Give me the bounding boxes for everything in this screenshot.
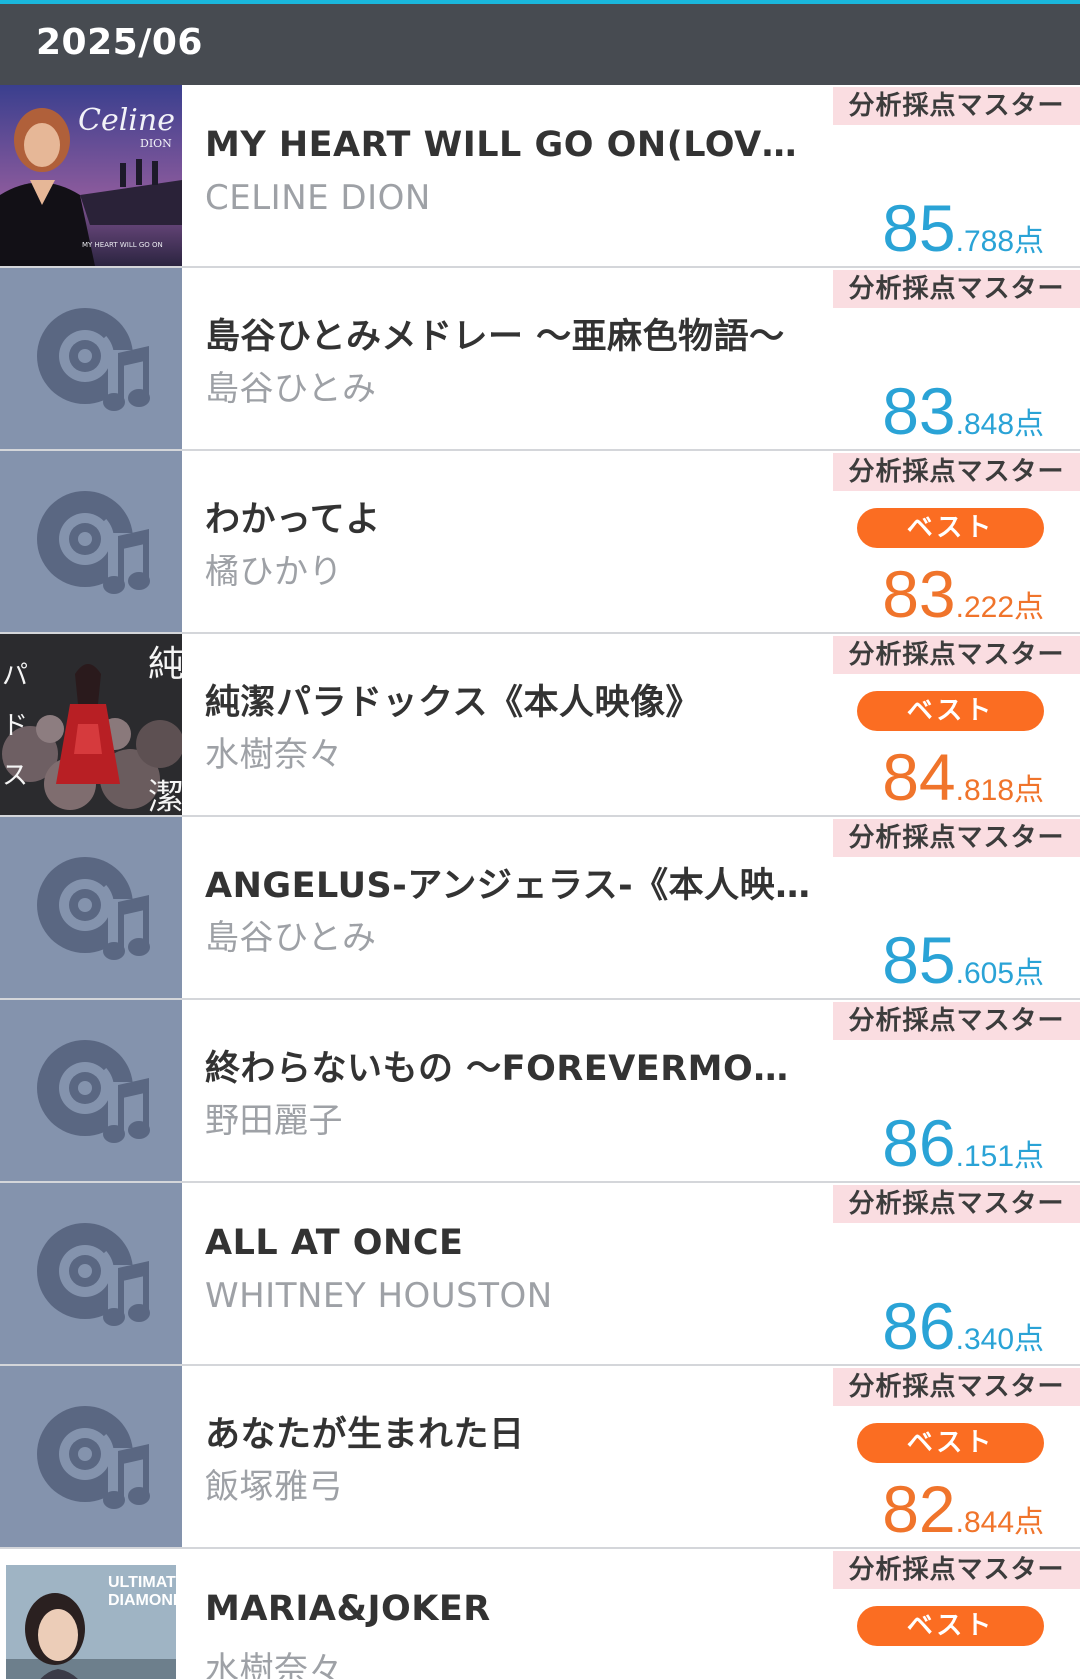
month-header: 2025/06	[0, 4, 1080, 85]
artist-name: 橘ひかり	[205, 552, 343, 592]
score-row[interactable]: ANGELUS-アンジェラス-《本人映… 島谷ひとみ 分析採点マスター 85.605点	[0, 817, 1080, 1000]
score-integer: 86	[882, 1106, 956, 1180]
score-value: 83.222点	[882, 561, 1044, 627]
score-row[interactable]: あなたが生まれた日 飯塚雅弓 分析採点マスターベスト 82.844点	[0, 1366, 1080, 1549]
score-decimal: .788点	[955, 225, 1044, 258]
song-title: 島谷ひとみメドレー ～亜麻色物語～	[205, 317, 785, 357]
scoring-mode-badge: 分析採点マスター	[833, 1368, 1080, 1406]
music-disc-icon	[0, 1000, 182, 1181]
svg-text:パ: パ	[2, 661, 28, 691]
score-value: 85.788点	[882, 195, 1044, 261]
artist-name: CELINE DION	[205, 178, 431, 218]
artist-name: 水樹奈々	[205, 735, 343, 775]
album-art-thumbnail: ULTIMATE DIAMOND	[0, 1549, 182, 1679]
score-row[interactable]: 終わらないもの ～FOREVERMORE～ 野田麗子 分析採点マスター 86.151点	[0, 1000, 1080, 1183]
score-list: Celine DION MY HEART WILL GO ON MY HEART WI…	[0, 85, 1080, 1679]
album-art-thumbnail: 純潔 パドス	[0, 634, 182, 815]
music-disc-icon	[0, 817, 182, 998]
song-title: ANGELUS-アンジェラス-《本人映…	[205, 866, 811, 906]
music-disc-icon	[0, 1183, 182, 1364]
best-badge: ベスト	[857, 691, 1044, 731]
score-row[interactable]: ALL AT ONCE WHITNEY HOUSTON 分析採点マスター 86.340…	[0, 1183, 1080, 1366]
svg-text:DION: DION	[140, 137, 172, 150]
song-title: わかってよ	[205, 500, 381, 540]
score-decimal: .844点	[955, 1506, 1044, 1539]
svg-text:MY HEART WILL GO ON: MY HEART WILL GO ON	[82, 241, 163, 249]
svg-text:純: 純	[148, 644, 182, 685]
score-integer: 83	[882, 557, 956, 631]
score-value: 84.818点	[882, 744, 1044, 810]
score-integer: 86	[882, 1289, 956, 1363]
month-title: 2025/06	[36, 22, 203, 63]
score-row[interactable]: 純潔 パドス 純潔パラドックス《本人映像》 水樹奈々 分析採点マスターベスト 84.818…	[0, 634, 1080, 817]
score-integer: 85	[882, 923, 956, 997]
score-decimal: .151点	[955, 1140, 1044, 1173]
score-value: 86.151点	[882, 1110, 1044, 1176]
album-art-thumbnail: Celine DION MY HEART WILL GO ON	[0, 85, 182, 266]
song-title: MY HEART WILL GO ON(LOVE TH…	[205, 125, 815, 165]
scoring-mode-badge: 分析採点マスター	[833, 819, 1080, 857]
scoring-mode-badge: 分析採点マスター	[833, 1185, 1080, 1223]
svg-text:ド: ド	[2, 711, 28, 741]
score-history-screen: 2025/06 Celine DION MY HEART WILL GO ON MY …	[0, 0, 1080, 1679]
music-disc-icon	[0, 268, 182, 449]
svg-text:潔: 潔	[148, 777, 182, 815]
score-integer: 82	[882, 1472, 956, 1546]
svg-text:ULTIMATE: ULTIMATE	[108, 1574, 182, 1591]
score-row[interactable]: わかってよ橘ひかり 分析採点マスターベスト 83.222点	[0, 451, 1080, 634]
score-row[interactable]: Celine DION MY HEART WILL GO ON MY HEART WI…	[0, 85, 1080, 268]
artist-name: WHITNEY HOUSTON	[205, 1276, 553, 1316]
svg-text:DIAMOND: DIAMOND	[108, 1592, 182, 1609]
score-row[interactable]: 島谷ひとみメドレー ～亜麻色物語～ 島谷ひとみ 分析採点マスター 83.848点	[0, 268, 1080, 451]
best-badge: ベスト	[857, 1423, 1044, 1463]
song-title: あなたが生まれた日	[205, 1415, 525, 1455]
score-row[interactable]: ULTIMATE DIAMOND MARIA&JOKER 水樹奈々 分析採点マスターベス…	[0, 1549, 1080, 1679]
song-title: ALL AT ONCE	[205, 1223, 464, 1263]
score-decimal: .340点	[955, 1323, 1044, 1356]
scoring-mode-badge: 分析採点マスター	[833, 87, 1080, 125]
scoring-mode-badge: 分析採点マスター	[833, 270, 1080, 308]
score-decimal: .818点	[955, 774, 1044, 807]
music-disc-icon	[0, 1366, 182, 1547]
artist-name: 水樹奈々	[205, 1650, 343, 1679]
score-decimal: .222点	[955, 591, 1044, 624]
artist-name: 島谷ひとみ	[205, 369, 377, 409]
scoring-mode-badge: 分析採点マスター	[833, 1002, 1080, 1040]
score-decimal: .848点	[955, 408, 1044, 441]
svg-text:ス: ス	[2, 761, 28, 791]
score-integer: 83	[882, 374, 956, 448]
score-decimal: .605点	[955, 957, 1044, 990]
score-value: 85.605点	[882, 927, 1044, 993]
artist-name: 飯塚雅弓	[205, 1467, 343, 1507]
artist-name: 野田麗子	[205, 1101, 343, 1141]
scoring-mode-badge: 分析採点マスター	[833, 636, 1080, 674]
song-title: 純潔パラドックス《本人映像》	[205, 683, 701, 723]
scoring-mode-badge: 分析採点マスター	[833, 1551, 1080, 1589]
best-badge: ベスト	[857, 508, 1044, 548]
svg-text:Celine: Celine	[78, 103, 175, 138]
score-integer: 85	[882, 191, 956, 265]
song-title: 終わらないもの ～FOREVERMORE～	[205, 1049, 815, 1089]
music-disc-icon	[0, 451, 182, 632]
best-badge: ベスト	[857, 1606, 1044, 1646]
score-value: 83.848点	[882, 378, 1044, 444]
song-title: MARIA&JOKER	[205, 1589, 491, 1629]
artist-name: 島谷ひとみ	[205, 918, 377, 958]
score-value: 86.340点	[882, 1293, 1044, 1359]
scoring-mode-badge: 分析採点マスター	[833, 453, 1080, 491]
score-value: 82.844点	[882, 1476, 1044, 1542]
score-integer: 84	[882, 740, 956, 814]
